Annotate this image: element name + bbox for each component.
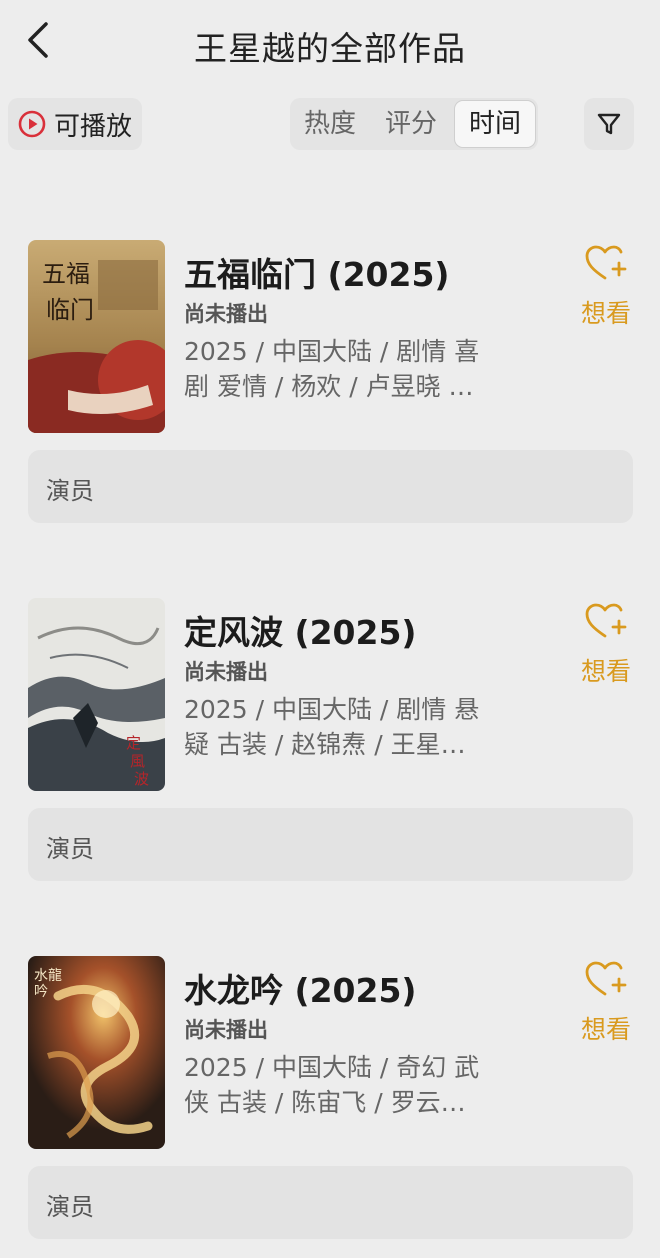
poster-image[interactable]: 五福 临门 [28,240,165,433]
playable-filter-button[interactable]: 可播放 [8,98,142,150]
work-title[interactable]: 水龙吟 (2025) [184,964,417,1012]
poster-art: 定 風 波 [28,598,165,791]
role-label: 演员 [46,1193,94,1221]
heart-plus-icon [585,961,627,996]
release-status: 尚未播出 [184,1018,268,1042]
poster-art: 水龍 吟 [28,956,165,1149]
page-title: 王星越的全部作品 [194,29,466,68]
tab-time[interactable]: 时间 [454,100,536,148]
want-to-watch-button[interactable]: 想看 [574,602,638,686]
playable-label: 可播放 [54,111,133,142]
poster-image[interactable]: 定 風 波 [28,598,165,791]
role-bar[interactable]: 演员 [28,1166,633,1239]
work-meta: 2025 / 中国大陆 / 剧情 喜剧 爱情 / 杨欢 / 卢昱晓 … [184,337,480,401]
svg-text:定: 定 [126,734,141,752]
svg-text:風: 風 [130,752,145,770]
work-card[interactable]: 水龍 吟 水龙吟 (2025) 尚未播出 2025 / 中国大陆 / 奇幻 武侠… [0,956,660,1256]
play-circle-icon [18,110,46,138]
sort-tabs: 热度 评分 时间 [290,98,538,150]
filter-button[interactable] [584,98,634,150]
work-meta: 2025 / 中国大陆 / 剧情 悬疑 古装 / 赵锦焘 / 王星… [184,695,480,759]
svg-text:波: 波 [134,770,149,788]
work-title[interactable]: 五福临门 (2025) [184,248,450,296]
want-label: 想看 [580,657,631,686]
header: 王星越的全部作品 [0,0,660,84]
want-to-watch-button[interactable]: 想看 [574,244,638,328]
work-card[interactable]: 五福 临门 五福临门 (2025) 尚未播出 2025 / 中国大陆 / 剧情 … [0,240,660,540]
heart-plus-icon [585,603,627,638]
heart-plus-icon [585,245,627,280]
work-title[interactable]: 定风波 (2025) [184,606,417,654]
svg-text:五福: 五福 [42,260,90,288]
work-card[interactable]: 定 風 波 定风波 (2025) 尚未播出 2025 / 中国大陆 / 剧情 悬… [0,598,660,898]
want-label: 想看 [580,299,631,328]
work-meta: 2025 / 中国大陆 / 奇幻 武侠 古装 / 陈宙飞 / 罗云… [184,1053,480,1117]
role-label: 演员 [46,477,94,505]
release-status: 尚未播出 [184,660,268,684]
poster-art: 五福 临门 [28,240,165,433]
role-bar[interactable]: 演员 [28,450,633,523]
svg-text:临门: 临门 [46,296,94,324]
want-to-watch-button[interactable]: 想看 [574,960,638,1044]
role-label: 演员 [46,835,94,863]
want-label: 想看 [580,1015,631,1044]
svg-text:水龍: 水龍 [34,967,62,984]
tab-hot[interactable]: 热度 [290,98,370,150]
toolbar: 可播放 热度 评分 时间 [0,98,660,150]
release-status: 尚未播出 [184,302,268,326]
poster-image[interactable]: 水龍 吟 [28,956,165,1149]
tab-score[interactable]: 评分 [371,98,451,150]
svg-text:吟: 吟 [34,984,48,1000]
role-bar[interactable]: 演员 [28,808,633,881]
filter-icon [597,113,621,135]
